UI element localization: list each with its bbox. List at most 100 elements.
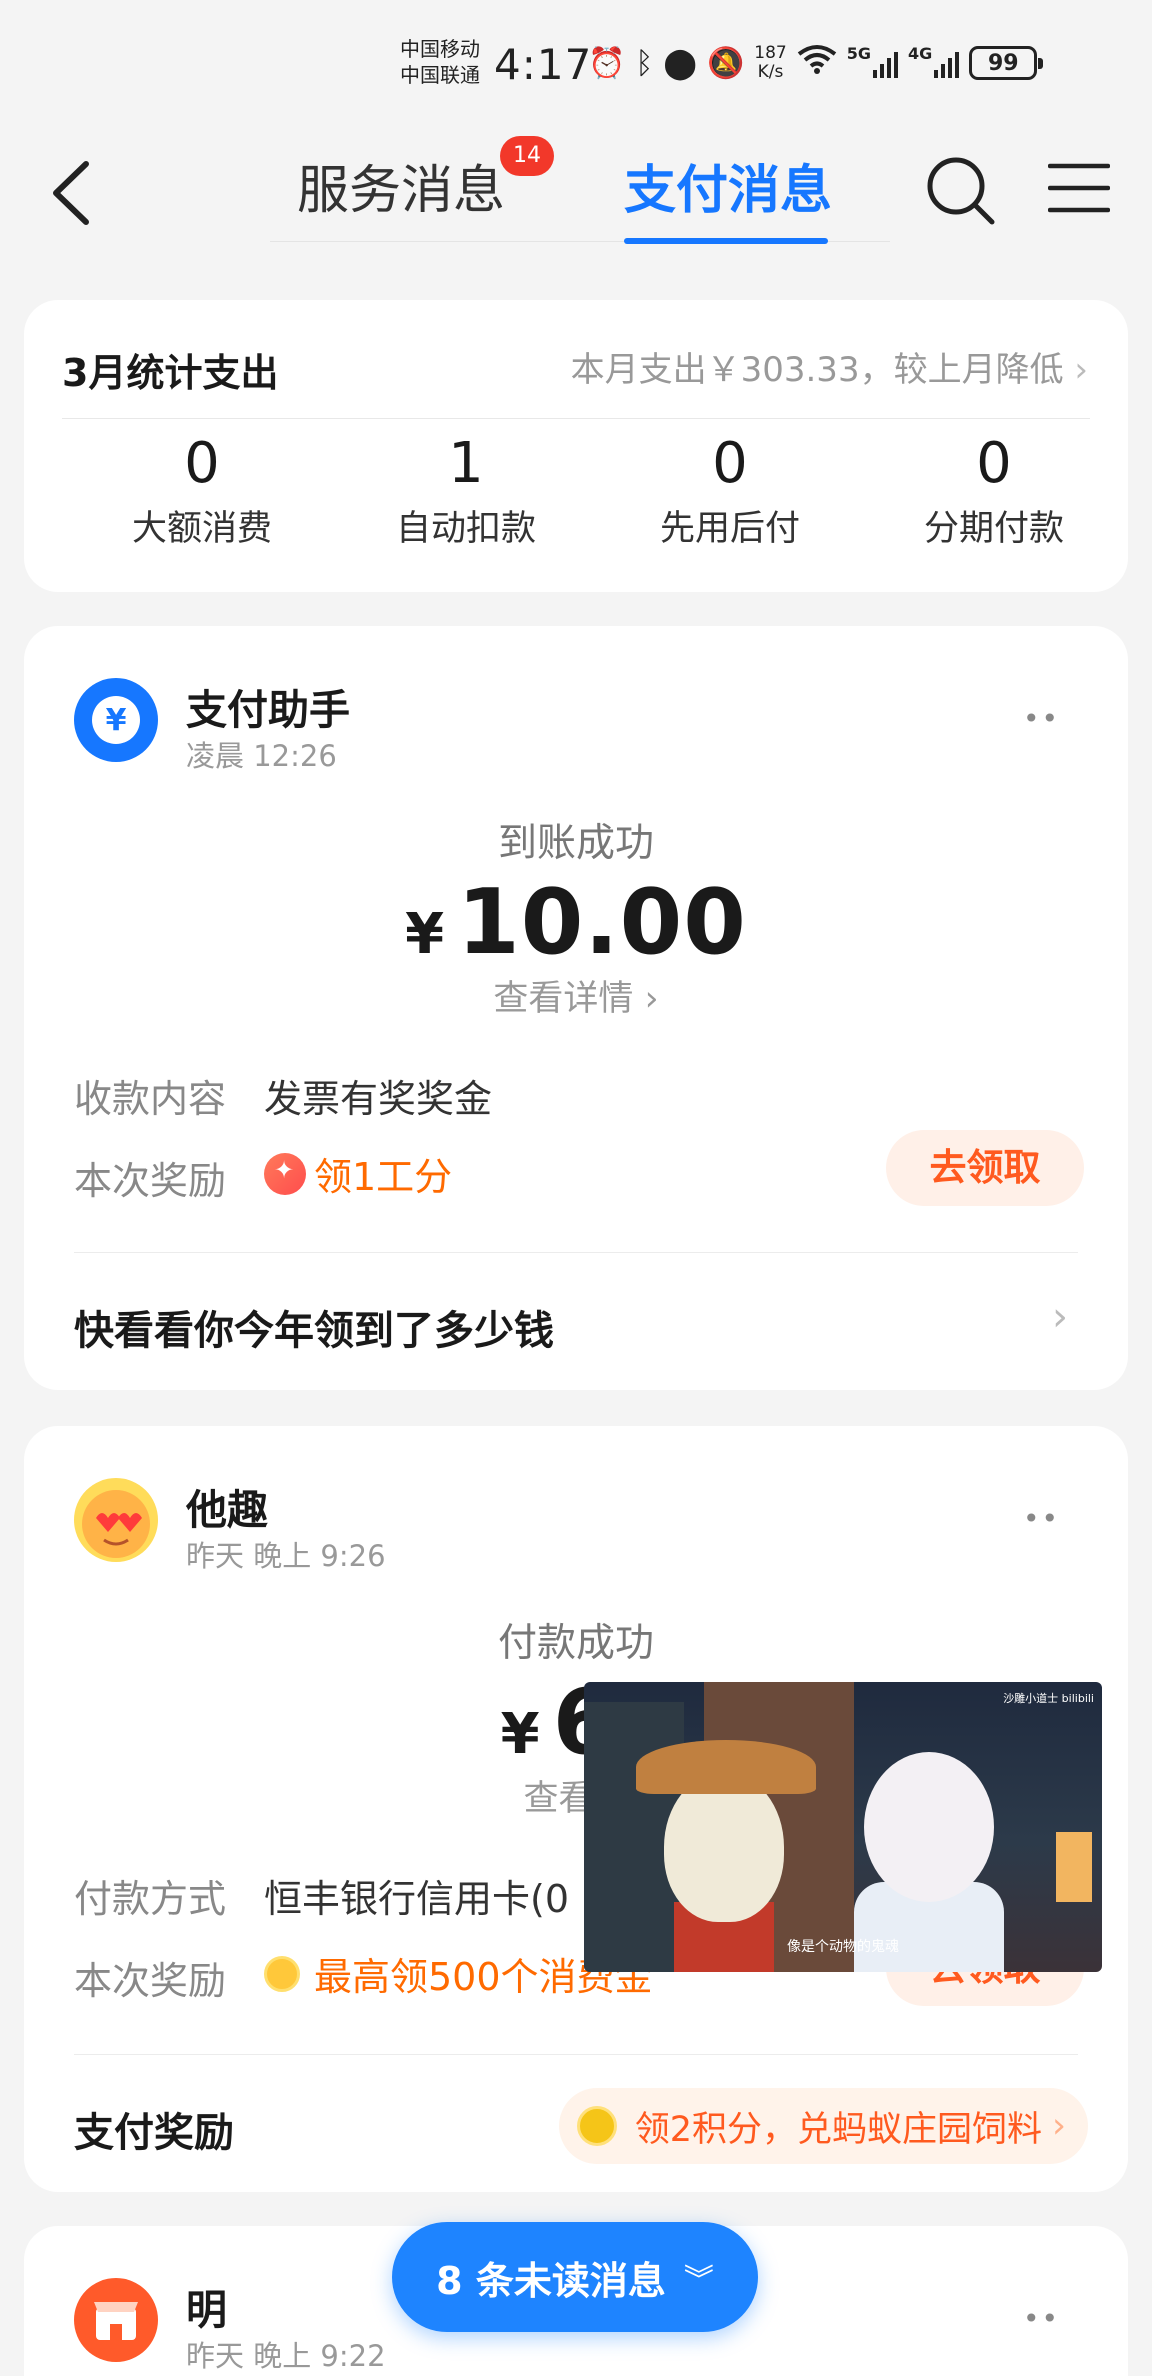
video-character-hat (636, 1740, 816, 1794)
claim-button[interactable]: 去领取 (886, 1130, 1084, 1206)
transaction-status: 到账成功 (497, 821, 654, 866)
unread-badge: 14 (500, 136, 554, 176)
yuan-icon: ¥ (92, 696, 140, 744)
menu-icon[interactable] (1048, 160, 1110, 216)
alarm-icon: ⏰ (588, 45, 626, 81)
store-icon (94, 2302, 138, 2340)
network-speed: 187 K/s (754, 44, 786, 82)
stat-label: 大额消费 (131, 509, 272, 549)
amount-value: 10.00 (457, 870, 747, 975)
summary-spend-value: 本月支出￥303.33，较上月降低 (570, 350, 1064, 390)
currency-symbol: ¥ (500, 1702, 541, 1767)
stat-label: 自动扣款 (395, 509, 536, 549)
top-nav: 服务消息 14 支付消息 (0, 130, 1152, 260)
row-value: 发票有奖奖金 (264, 1077, 493, 1121)
bluetooth-icon: ᛒ (635, 45, 654, 81)
tab-service-messages[interactable]: 服务消息 (297, 148, 505, 223)
stat-large-spend[interactable]: 0 大额消费 (70, 424, 334, 551)
transaction-status: 付款成功 (497, 1621, 654, 1666)
ming-avatar (74, 2278, 158, 2362)
video-scene-window (1056, 1832, 1092, 1902)
unread-messages-button[interactable]: 8 条未读消息 ︾ (392, 2222, 758, 2332)
video-caption: 像是个动物的鬼魂 (787, 1939, 899, 1955)
reward-pill-text: 领2积分，兑蚂蚁庄园饲料 (634, 2109, 1042, 2150)
footer-link[interactable]: 快看看你今年领到了多少钱 (74, 1298, 554, 1356)
card-divider (74, 2054, 1078, 2055)
gold-points-icon (576, 2106, 617, 2146)
row-label: 付款方式 (74, 1877, 227, 1921)
points-reward-pill[interactable]: 领2积分，兑蚂蚁庄园饲料 › (558, 2088, 1088, 2164)
signal-icon-1 (873, 48, 899, 78)
message-time: 凌晨 12:26 (186, 739, 337, 773)
carrier-1: 中国移动 (400, 37, 480, 61)
speed-unit: K/s (757, 62, 784, 82)
reward-text: 领1工分 (314, 1155, 453, 1199)
summary-divider (62, 418, 1090, 419)
video-character-face (664, 1772, 784, 1922)
stat-label: 分期付款 (923, 509, 1064, 549)
wifi-icon (797, 44, 837, 82)
row-value: 恒丰银行信用卡(0 (264, 1877, 570, 1921)
message-time: 昨天 晚上 9:26 (186, 1539, 386, 1573)
message-card-payment-assistant[interactable]: ¥ 支付助手 凌晨 12:26 •• 到账成功 ¥10.00 查看详情 › 收款… (24, 626, 1128, 1390)
summary-spend-text[interactable]: 本月支出￥303.33，较上月降低 › (571, 342, 1088, 391)
carrier-labels: 中国移动 中国联通 (400, 36, 480, 88)
row-label: 本次奖励 (74, 1959, 227, 2003)
status-bar: 中国移动 中国联通 4:17 ⏰ ᛒ ⬤ 🔕 187 K/s 5G 4G 99 (0, 0, 1152, 130)
taqu-avatar (74, 1478, 158, 1562)
network-label-1: 5G (846, 43, 872, 63)
coin-icon (264, 1955, 300, 1992)
battery-icon: 99 (969, 46, 1044, 80)
stat-pay-later[interactable]: 0 先用后付 (598, 424, 862, 551)
battery-level: 99 (987, 50, 1019, 76)
message-time: 昨天 晚上 9:22 (186, 2339, 386, 2373)
status-icons: ⏰ ᛒ ⬤ 🔕 187 K/s 5G 4G 99 (588, 43, 1044, 82)
card-divider (74, 1252, 1078, 1253)
network-label-2: 4G (908, 43, 933, 63)
active-tab-indicator (624, 238, 828, 244)
video-character-girl (864, 1752, 994, 1902)
stat-auto-debit[interactable]: 1 自动扣款 (334, 424, 598, 551)
view-details-link[interactable]: 查看详情 › (24, 970, 1128, 1021)
sender-name: 支付助手 (186, 686, 350, 734)
sender-name: 他趣 (186, 1486, 268, 1534)
payment-assistant-avatar: ¥ (74, 678, 158, 762)
more-options-icon[interactable]: •• (1023, 1502, 1060, 1535)
speed-value: 187 (754, 43, 787, 63)
video-watermark: 沙雕小道士 bilibili (1003, 1692, 1094, 1705)
work-points-icon (264, 1152, 306, 1195)
currency-symbol: ¥ (405, 902, 446, 967)
row-label: 收款内容 (74, 1077, 227, 1121)
search-icon[interactable] (924, 154, 996, 226)
heart-eyes-emoji-icon (82, 1490, 150, 1558)
view-details-label: 查看详情 (493, 979, 634, 1019)
stat-value: 0 (976, 431, 1012, 496)
chevron-right-icon: › (1074, 350, 1088, 390)
summary-title: 3月统计支出 (62, 351, 279, 395)
floating-video-player[interactable]: 沙雕小道士 bilibili 像是个动物的鬼魂 (584, 1682, 1102, 1972)
more-options-icon[interactable]: •• (1023, 702, 1060, 735)
row-label: 本次奖励 (74, 1159, 227, 1203)
footer-title: 支付奖励 (74, 2110, 234, 2156)
tab-payment-messages[interactable]: 支付消息 (624, 148, 832, 223)
stat-value: 1 (448, 431, 484, 496)
stat-installment[interactable]: 0 分期付款 (862, 424, 1126, 551)
reward-value: 领1工分 (264, 1146, 452, 1201)
monthly-summary-card[interactable]: 3月统计支出 本月支出￥303.33，较上月降低 › 0 大额消费 1 自动扣款… (24, 300, 1128, 592)
stat-label: 先用后付 (659, 509, 800, 549)
carrier-2: 中国联通 (400, 63, 480, 87)
transaction-amount: ¥10.00 (24, 870, 1128, 975)
unread-label: 8 条未读消息 (436, 2258, 666, 2303)
double-chevron-down-icon: ︾ (683, 2263, 714, 2298)
svg-text:¥: ¥ (106, 703, 127, 738)
mute-icon: 🔕 (706, 45, 745, 81)
sender-name: 明 (186, 2286, 227, 2334)
stat-value: 0 (712, 431, 748, 496)
chevron-right-icon: › (633, 979, 659, 1019)
signal-icon-2 (934, 48, 960, 78)
location-icon: ⬤ (663, 45, 697, 81)
chevron-right-icon: › (1052, 2106, 1066, 2146)
chevron-right-icon: › (1052, 1294, 1068, 1340)
more-options-icon[interactable]: •• (1023, 2302, 1060, 2335)
clock: 4:17 (494, 40, 593, 89)
